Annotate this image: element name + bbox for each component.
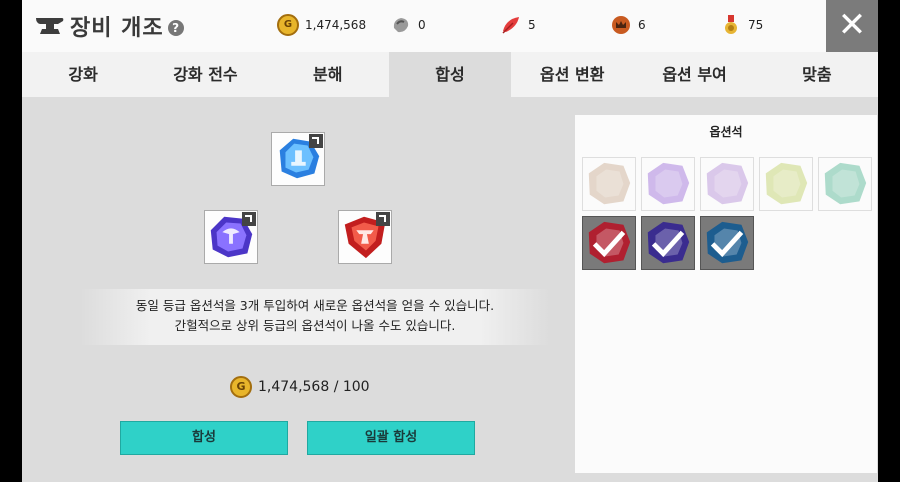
cost-value: 1,474,568 / 100	[258, 379, 370, 395]
option-stone-icon	[706, 221, 749, 264]
inventory-stone-cell[interactable]	[582, 157, 636, 211]
tab-option-grant[interactable]: 옵션 부여	[633, 52, 755, 97]
inventory-stone-cell[interactable]	[700, 157, 754, 211]
option-stone-icon	[647, 221, 690, 264]
option-stone-icon	[706, 162, 749, 205]
resource-medal: 75	[720, 14, 763, 36]
anvil-icon	[36, 18, 64, 34]
resource-crown-value: 6	[638, 18, 646, 32]
bulk-synthesize-button[interactable]: 일괄 합성	[307, 421, 475, 455]
help-icon[interactable]: ?	[167, 20, 184, 36]
right-letterbox	[878, 0, 900, 482]
tab-custom[interactable]: 맞춤	[756, 52, 878, 97]
crown-emblem-icon	[612, 16, 630, 34]
inventory-stone-cell[interactable]	[700, 216, 754, 270]
tab-synthesis[interactable]: 합성	[388, 52, 512, 97]
inventory-stone-cell[interactable]	[582, 216, 636, 270]
silver-ore-icon	[393, 18, 409, 33]
resource-silver-value: 0	[418, 18, 426, 32]
synthesis-panel: 동일 등급 옵션석을 3개 투입하여 새로운 옵션석을 얻을 수 있습니다. 간…	[22, 97, 878, 482]
resource-gold: G 1,474,568	[277, 14, 366, 36]
synthesize-button[interactable]: 합성	[120, 421, 288, 455]
left-letterbox	[0, 0, 22, 482]
top-bar: 장비 개조 ? G 1,474,568 0 5 6 75	[22, 0, 878, 52]
title-area: 장비 개조 ?	[34, 10, 184, 42]
description-line-2: 간헐적으로 상위 등급의 옵션석이 나올 수도 있습니다.	[174, 318, 456, 333]
tab-disassemble[interactable]: 분해	[267, 52, 389, 97]
inventory-stone-cell[interactable]	[641, 157, 695, 211]
tab-option-convert[interactable]: 옵션 변환	[511, 52, 633, 97]
page-title: 장비 개조	[70, 16, 164, 41]
remove-icon[interactable]	[309, 134, 323, 148]
option-stone-icon	[647, 162, 690, 205]
inventory-stone-cell[interactable]	[641, 216, 695, 270]
inventory-stone-cell[interactable]	[818, 157, 872, 211]
gold-coin-icon: G	[277, 14, 299, 36]
gold-coin-icon: G	[230, 376, 252, 398]
resource-silver: 0	[390, 14, 426, 36]
option-stone-icon	[824, 162, 867, 205]
remove-icon[interactable]	[242, 212, 256, 226]
close-button[interactable]: ✕	[826, 0, 878, 52]
tab-enhance[interactable]: 강화	[22, 52, 144, 97]
resource-feather-value: 5	[528, 18, 536, 32]
synthesis-description: 동일 등급 옵션석을 3개 투입하여 새로운 옵션석을 얻을 수 있습니다. 간…	[80, 289, 550, 345]
inventory-title: 옵션석	[709, 125, 743, 139]
resource-crown: 6	[610, 14, 646, 36]
resource-medal-value: 75	[748, 18, 764, 32]
medal-icon	[725, 15, 737, 34]
option-stone-icon	[588, 162, 631, 205]
tab-bar: 강화 강화 전수 분해 합성 옵션 변환 옵션 부여 맞춤	[22, 52, 878, 97]
input-stone-slot-1[interactable]	[204, 210, 258, 264]
result-stone-slot[interactable]	[271, 132, 325, 186]
remove-icon[interactable]	[376, 212, 390, 226]
red-feather-icon	[502, 17, 519, 34]
synthesis-cost: G 1,474,568 / 100	[230, 376, 370, 398]
option-stone-inventory: 옵션석	[575, 115, 877, 473]
resource-feather: 5	[500, 14, 536, 36]
input-stone-slot-2[interactable]	[338, 210, 392, 264]
option-stone-icon	[588, 221, 631, 264]
tab-enhance-transfer[interactable]: 강화 전수	[144, 52, 266, 97]
inventory-stone-cell[interactable]	[759, 157, 813, 211]
option-stone-icon	[765, 162, 808, 205]
description-line-1: 동일 등급 옵션석을 3개 투입하여 새로운 옵션석을 얻을 수 있습니다.	[135, 298, 495, 313]
resource-gold-value: 1,474,568	[305, 18, 367, 32]
